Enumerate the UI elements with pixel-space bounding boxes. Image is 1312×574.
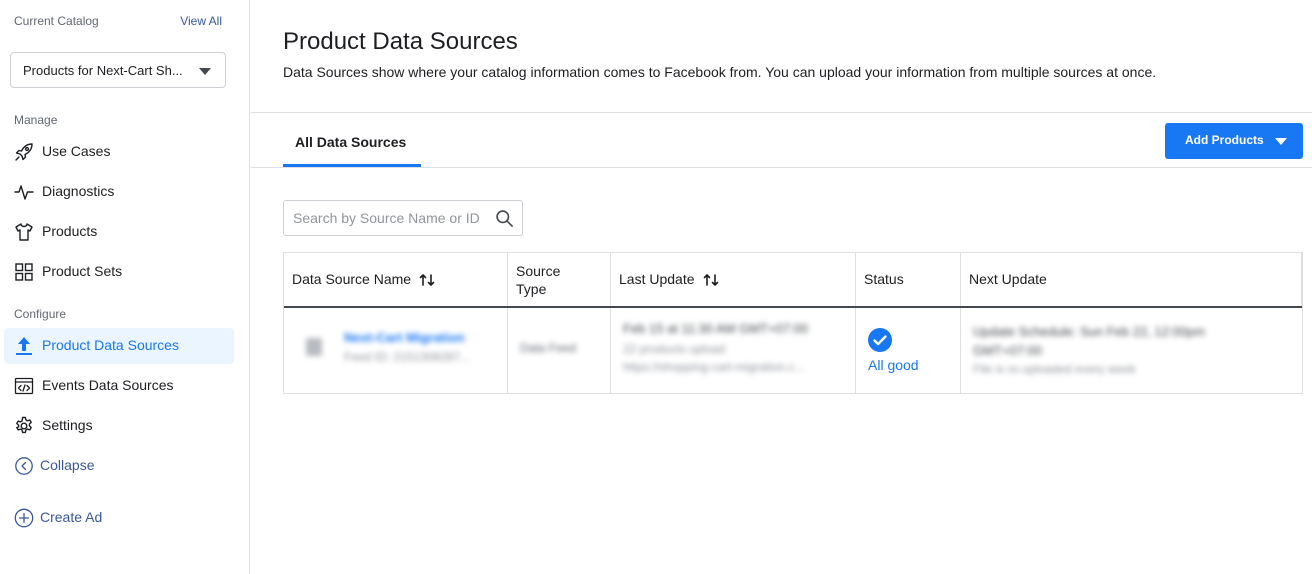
search-icon[interactable] — [495, 209, 514, 228]
chevron-left-circle-icon — [14, 456, 34, 476]
sort-icon — [703, 274, 718, 287]
create-ad-button[interactable]: Create Ad — [4, 500, 234, 536]
next-update-timezone: GMT+07:00 — [973, 343, 1043, 358]
search-input[interactable] — [293, 209, 483, 227]
sidebar-item-label: Events Data Sources — [42, 377, 174, 393]
add-products-label: Add Products — [1185, 133, 1264, 147]
sidebar-item-label: Settings — [42, 417, 93, 433]
manage-section-label: Manage — [14, 113, 58, 127]
sidebar-item-use-cases[interactable]: Use Cases — [4, 134, 234, 170]
code-window-icon — [14, 376, 34, 396]
caret-down-icon — [1275, 138, 1287, 145]
tab-label: All Data Sources — [295, 134, 407, 150]
next-update-frequency: File is re-uploaded every week — [973, 362, 1136, 376]
column-header-last-update[interactable]: Last Update — [611, 253, 856, 306]
sidebar: Current Catalog View All Products for Ne… — [0, 0, 250, 574]
configure-section-label: Configure — [14, 307, 67, 321]
column-header-source-type: Source Type — [508, 253, 611, 306]
column-header-status: Status — [856, 253, 961, 306]
data-source-name-link[interactable]: Next-Cart Migration — [344, 330, 465, 345]
sidebar-item-diagnostics[interactable]: Diagnostics — [4, 174, 234, 210]
search-box — [283, 200, 523, 236]
main-content: Product Data Sources Data Sources show w… — [251, 0, 1312, 574]
cell-next-update: Update Schedule: Sun Feb 22, 12:00pm GMT… — [961, 308, 1302, 394]
last-update-url: https://shopping-cart-migration.c... — [623, 360, 805, 374]
column-header-next-update: Next Update — [961, 253, 1302, 306]
feed-id-text: Feed ID: 2151308287... — [344, 350, 471, 364]
column-header-label: Last Update — [619, 271, 695, 287]
collapse-button[interactable]: Collapse — [4, 448, 234, 484]
sidebar-item-product-sets[interactable]: Product Sets — [4, 254, 234, 290]
caret-down-icon — [199, 68, 211, 75]
catalog-selector[interactable]: Products for Next-Cart Sh... — [10, 52, 226, 88]
sort-icon — [419, 274, 435, 287]
page-description: Data Sources show where your catalog inf… — [283, 64, 1157, 80]
sidebar-item-label: Diagnostics — [42, 183, 115, 199]
tab-all-data-sources[interactable]: All Data Sources — [283, 113, 421, 167]
pulse-icon — [14, 182, 34, 202]
cell-data-source-name: Next-Cart Migration Feed ID: 2151308287.… — [284, 308, 508, 394]
column-header-label: Status — [864, 271, 904, 287]
last-update-time: Feb 15 at 11:30 AM GMT+07:00 — [623, 321, 809, 336]
column-header-label: Data Source Name — [292, 271, 412, 287]
current-catalog-label: Current Catalog — [14, 14, 99, 28]
gear-icon — [14, 416, 34, 436]
cell-status: All good — [856, 308, 961, 394]
sidebar-item-products[interactable]: Products — [4, 214, 234, 250]
grid-icon — [14, 262, 34, 282]
rocket-icon — [14, 142, 34, 162]
catalog-header: Current Catalog View All — [14, 14, 222, 30]
next-update-schedule: Update Schedule: Sun Feb 22, 12:00pm — [973, 324, 1205, 339]
page-title: Product Data Sources — [283, 28, 518, 55]
cell-source-type: Data Feed — [508, 308, 611, 394]
column-header-data-source-name[interactable]: Data Source Name — [284, 253, 508, 306]
status-link[interactable]: All good — [868, 357, 919, 373]
last-update-count: 22 products upload — [623, 342, 726, 356]
catalog-selected-value: Products for Next-Cart Sh... — [23, 63, 183, 78]
sidebar-item-label: Use Cases — [42, 143, 111, 159]
sidebar-item-events-data-sources[interactable]: Events Data Sources — [4, 368, 234, 404]
feed-file-icon — [306, 338, 322, 356]
plus-circle-icon — [14, 508, 34, 528]
create-ad-label: Create Ad — [40, 509, 103, 525]
sidebar-item-label: Product Sets — [42, 263, 123, 279]
view-all-link[interactable]: View All — [180, 14, 222, 28]
sidebar-item-product-data-sources[interactable]: Product Data Sources — [4, 328, 234, 364]
cell-last-update: Feb 15 at 11:30 AM GMT+07:00 22 products… — [611, 308, 856, 394]
sidebar-item-label: Product Data Sources — [42, 337, 179, 353]
divider — [251, 167, 1312, 168]
source-type-text: Data Feed — [520, 341, 577, 355]
sidebar-item-label: Products — [42, 223, 98, 239]
shirt-icon — [14, 222, 34, 242]
add-products-button[interactable]: Add Products — [1165, 123, 1303, 159]
collapse-label: Collapse — [40, 457, 95, 473]
check-circle-icon — [868, 328, 892, 352]
upload-icon — [14, 336, 34, 356]
column-header-label: Source Type — [516, 263, 561, 297]
column-header-label: Next Update — [969, 271, 1047, 287]
sidebar-item-settings[interactable]: Settings — [4, 408, 234, 444]
data-sources-table: Data Source Name Source Type Last Update… — [283, 252, 1303, 394]
